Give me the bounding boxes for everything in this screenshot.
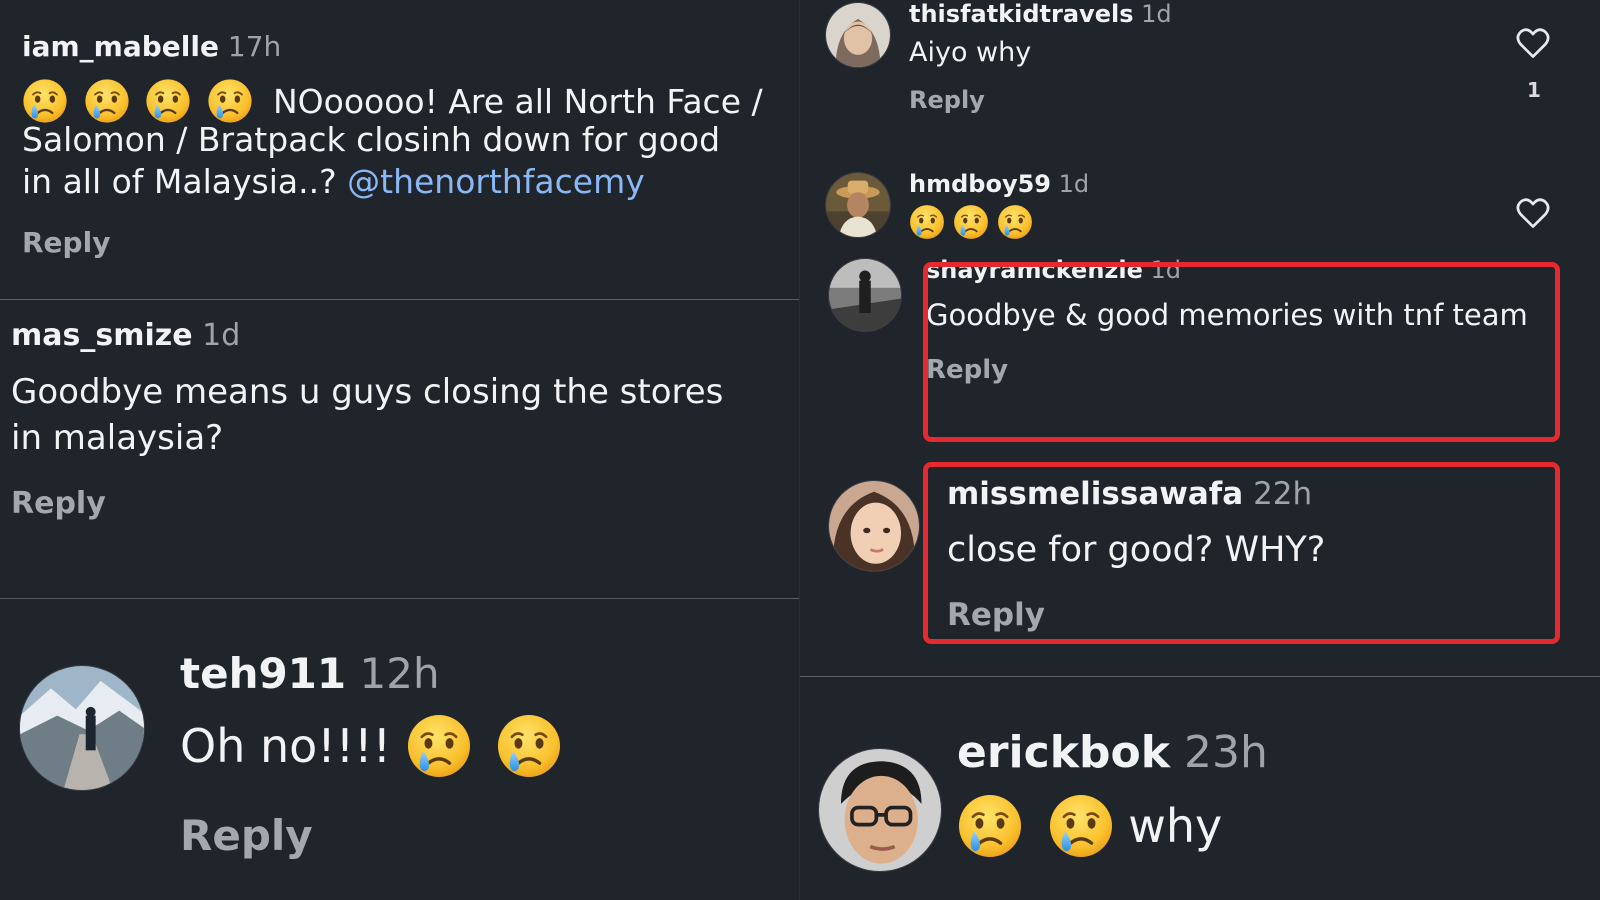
comment-text: Salomon / Bratpack closinh down for good xyxy=(22,120,721,159)
comment-text: in all of Malaysia..? xyxy=(22,162,337,201)
comment-text: Aiyo why xyxy=(909,37,1032,68)
comment-erickbok: erickbok 23h why xyxy=(800,677,1600,900)
crying-face-icon xyxy=(145,78,191,124)
comment-time: 12h xyxy=(359,649,440,698)
reply-button[interactable]: Reply xyxy=(22,226,110,259)
comment-username[interactable]: hmdboy59 xyxy=(909,170,1051,198)
crying-face-icon xyxy=(496,713,562,779)
comment-username[interactable]: thisfatkidtravels xyxy=(909,0,1133,28)
comment-username[interactable]: teh911 xyxy=(180,649,346,698)
avatar[interactable] xyxy=(828,480,920,572)
crying-face-icon xyxy=(957,793,1023,859)
crying-face-icon xyxy=(909,204,945,240)
crying-face-icon xyxy=(997,204,1033,240)
comment-time: 17h xyxy=(227,30,282,63)
crying-face-icon xyxy=(1048,793,1114,859)
comment-mas-smize: mas_smize 1d Goodbye means u guys closin… xyxy=(0,300,800,599)
crying-face-icon xyxy=(207,78,253,124)
comment-text: why xyxy=(1128,799,1223,853)
reply-button[interactable]: Reply xyxy=(909,86,985,114)
reply-button[interactable]: Reply xyxy=(11,486,106,521)
reply-button[interactable]: Reply xyxy=(180,811,313,860)
avatar[interactable] xyxy=(818,748,942,872)
crying-face-icon xyxy=(953,204,989,240)
crying-face-icon xyxy=(84,78,130,124)
comment-teh911: teh911 12h Oh no!!!! Reply xyxy=(0,599,800,900)
comment-text: NOooooo! Are all North Face / xyxy=(273,81,763,121)
avatar[interactable] xyxy=(825,172,891,238)
comment-text: in malaysia? xyxy=(11,418,224,458)
comment-text: Oh no!!!! xyxy=(180,719,392,773)
crying-face-icon xyxy=(22,78,68,124)
comment-time: 1d xyxy=(1058,170,1090,198)
comment-iam-mabelle: iam_mabelle 17h NOooooo! Are all North F… xyxy=(0,0,800,300)
comment-username[interactable]: mas_smize xyxy=(11,318,193,353)
like-count: 1 xyxy=(1527,78,1541,102)
comment-text: Goodbye means u guys closing the stores xyxy=(11,372,724,412)
comment-time: 1d xyxy=(202,318,241,353)
red-highlight-box xyxy=(923,262,1560,442)
comment-thread-right: thisfatkidtravels 1d Aiyo why Reply 1 hm… xyxy=(800,0,1600,677)
mention-link[interactable]: @thenorthfacemy xyxy=(347,162,645,201)
avatar[interactable] xyxy=(19,665,145,791)
comment-screenshot-collage: iam_mabelle 17h NOooooo! Are all North F… xyxy=(0,0,1600,900)
avatar[interactable] xyxy=(828,258,902,332)
comment-time: 1d xyxy=(1141,0,1172,28)
heart-icon[interactable] xyxy=(1515,196,1551,232)
red-highlight-box xyxy=(923,462,1560,644)
comment-time: 23h xyxy=(1183,727,1268,778)
heart-icon[interactable] xyxy=(1515,26,1551,62)
crying-face-icon xyxy=(406,713,472,779)
avatar[interactable] xyxy=(825,2,891,68)
comment-username[interactable]: iam_mabelle xyxy=(22,30,219,63)
comment-username[interactable]: erickbok xyxy=(957,727,1170,778)
